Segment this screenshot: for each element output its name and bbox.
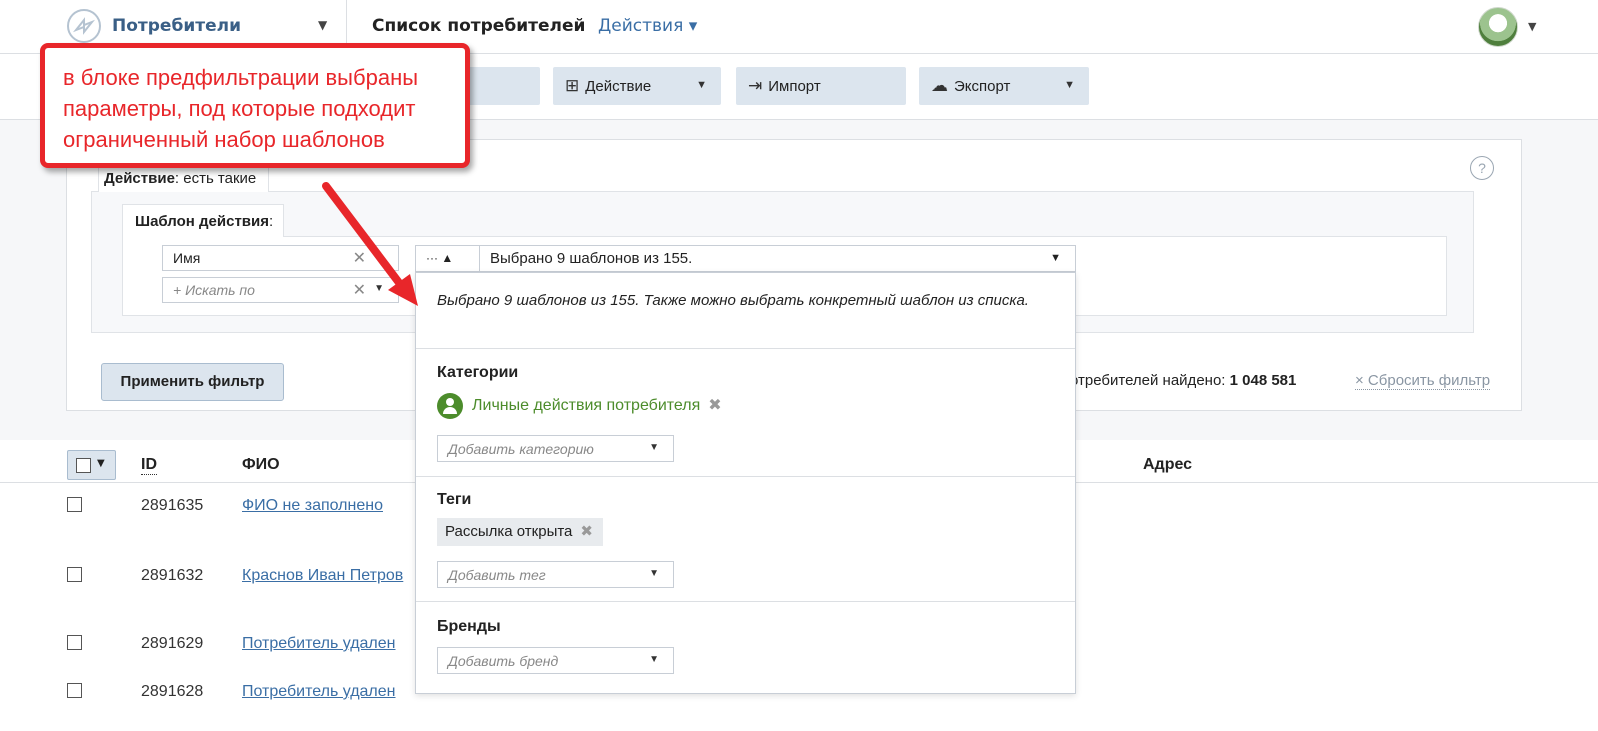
annotation-arrow-icon: [322, 182, 418, 306]
export-button-label: Экспорт: [954, 77, 1011, 95]
categories-label: Категории: [437, 364, 519, 381]
annotation-text: в блоке предфильтрации выбраны параметры…: [63, 65, 419, 152]
chevron-down-icon[interactable]: ▼: [1528, 20, 1536, 33]
divider: [416, 348, 1075, 349]
template-filter-tab[interactable]: Шаблон действия:: [122, 204, 285, 237]
avatar[interactable]: [1478, 7, 1518, 47]
column-header-address: Адрес: [1143, 456, 1193, 473]
import-button[interactable]: ⇥ Импорт: [736, 67, 906, 105]
page-title: Список потребителей: [372, 16, 586, 36]
app-logo-icon[interactable]: [66, 8, 102, 44]
column-header-id[interactable]: ID: [141, 456, 157, 475]
action-filter-label: Действие: [104, 170, 175, 187]
template-filter-colon: :: [269, 213, 274, 230]
search-by-placeholder: + Искать по: [173, 282, 255, 298]
export-button[interactable]: ☁ Экспорт ▼: [919, 67, 1089, 105]
row-name-link[interactable]: Краснов Иван Петров: [242, 567, 403, 585]
action-filter-condition: : есть такие: [174, 170, 257, 187]
tag-chip-label: Рассылка открыта: [445, 523, 573, 540]
reset-filter-link[interactable]: × Сбросить фильтр: [1355, 372, 1491, 390]
divider: [416, 476, 1075, 477]
tags-label: Теги: [437, 491, 472, 508]
add-category-placeholder: Добавить категорию: [448, 441, 594, 457]
row-checkbox[interactable]: [67, 635, 82, 650]
chevron-down-icon: ▼: [696, 79, 707, 91]
help-icon[interactable]: ?: [1470, 156, 1494, 180]
action-button[interactable]: ⊞ Действие ▼: [553, 67, 721, 105]
found-count-text: отребителей найдено: 1 048 581: [1070, 372, 1296, 389]
chevron-down-icon[interactable]: ▼: [318, 18, 327, 32]
found-count-value: 1 048 581: [1229, 372, 1297, 389]
add-tag-placeholder: Добавить тег: [448, 567, 546, 583]
cloud-upload-icon: ☁: [931, 76, 948, 95]
template-hint: Выбрано 9 шаблонов из 155. Также можно в…: [437, 292, 1029, 309]
tag-chip[interactable]: Рассылка открыта ✖: [437, 518, 603, 546]
add-brand-select[interactable]: Добавить бренд ▼: [437, 647, 674, 674]
row-id: 2891629: [141, 635, 204, 652]
name-field-value: Имя: [173, 250, 201, 266]
category-chip[interactable]: Личные действия потребителя ✖: [437, 393, 722, 419]
actions-menu[interactable]: Действия ▾: [598, 16, 697, 36]
column-header-fio: ФИО: [242, 456, 280, 473]
divider: [416, 601, 1075, 602]
brands-label: Бренды: [437, 618, 501, 635]
action-button-label: Действие: [585, 77, 652, 95]
close-icon[interactable]: ✖: [708, 397, 721, 414]
row-id: 2891632: [141, 567, 204, 584]
chevron-down-icon[interactable]: ▼: [1050, 252, 1061, 264]
person-icon: [437, 393, 463, 419]
chevron-down-icon: ▼: [649, 442, 659, 453]
add-tag-select[interactable]: Добавить тег ▼: [437, 561, 674, 588]
add-category-select[interactable]: Добавить категорию ▼: [437, 435, 674, 462]
row-id: 2891635: [141, 497, 204, 514]
found-count-label: отребителей найдено:: [1070, 372, 1230, 389]
row-name-link[interactable]: Потребитель удален: [242, 635, 396, 653]
template-dropdown-panel: Выбрано 9 шаблонов из 155. Также можно в…: [415, 272, 1076, 694]
import-icon: ⇥: [748, 76, 763, 95]
select-all-checkbox[interactable]: ▼: [67, 450, 116, 480]
row-name-link[interactable]: ФИО не заполнено: [242, 497, 383, 515]
action-filter-tab[interactable]: Действие: есть такие: [98, 165, 270, 192]
template-summary: Выбрано 9 шаблонов из 155.: [490, 250, 693, 267]
row-checkbox[interactable]: [67, 497, 82, 512]
annotation-callout: в блоке предфильтрации выбраны параметры…: [40, 43, 470, 168]
apply-filter-button[interactable]: Применить фильтр: [101, 363, 284, 401]
category-chip-label: Личные действия потребителя: [472, 397, 701, 415]
chevron-down-icon: ▼: [649, 568, 659, 579]
row-checkbox[interactable]: [67, 567, 82, 582]
chevron-down-icon: ▼: [1064, 79, 1075, 91]
chevron-down-icon: ▼: [97, 458, 105, 469]
import-button-label: Импорт: [768, 77, 821, 95]
grid-icon: ⊞: [565, 76, 580, 95]
template-select[interactable]: ··· ▲ Выбрано 9 шаблонов из 155. ▼: [415, 245, 1076, 272]
row-id: 2891628: [141, 683, 204, 700]
chevron-down-icon: ▼: [649, 654, 659, 665]
close-icon[interactable]: ✖: [580, 523, 593, 540]
add-brand-placeholder: Добавить бренд: [448, 653, 559, 669]
section-title[interactable]: Потребители: [112, 16, 241, 36]
checkbox: [76, 458, 91, 473]
row-name-link[interactable]: Потребитель удален: [242, 683, 396, 701]
template-filter-label: Шаблон действия: [135, 213, 269, 230]
row-checkbox[interactable]: [67, 683, 82, 698]
